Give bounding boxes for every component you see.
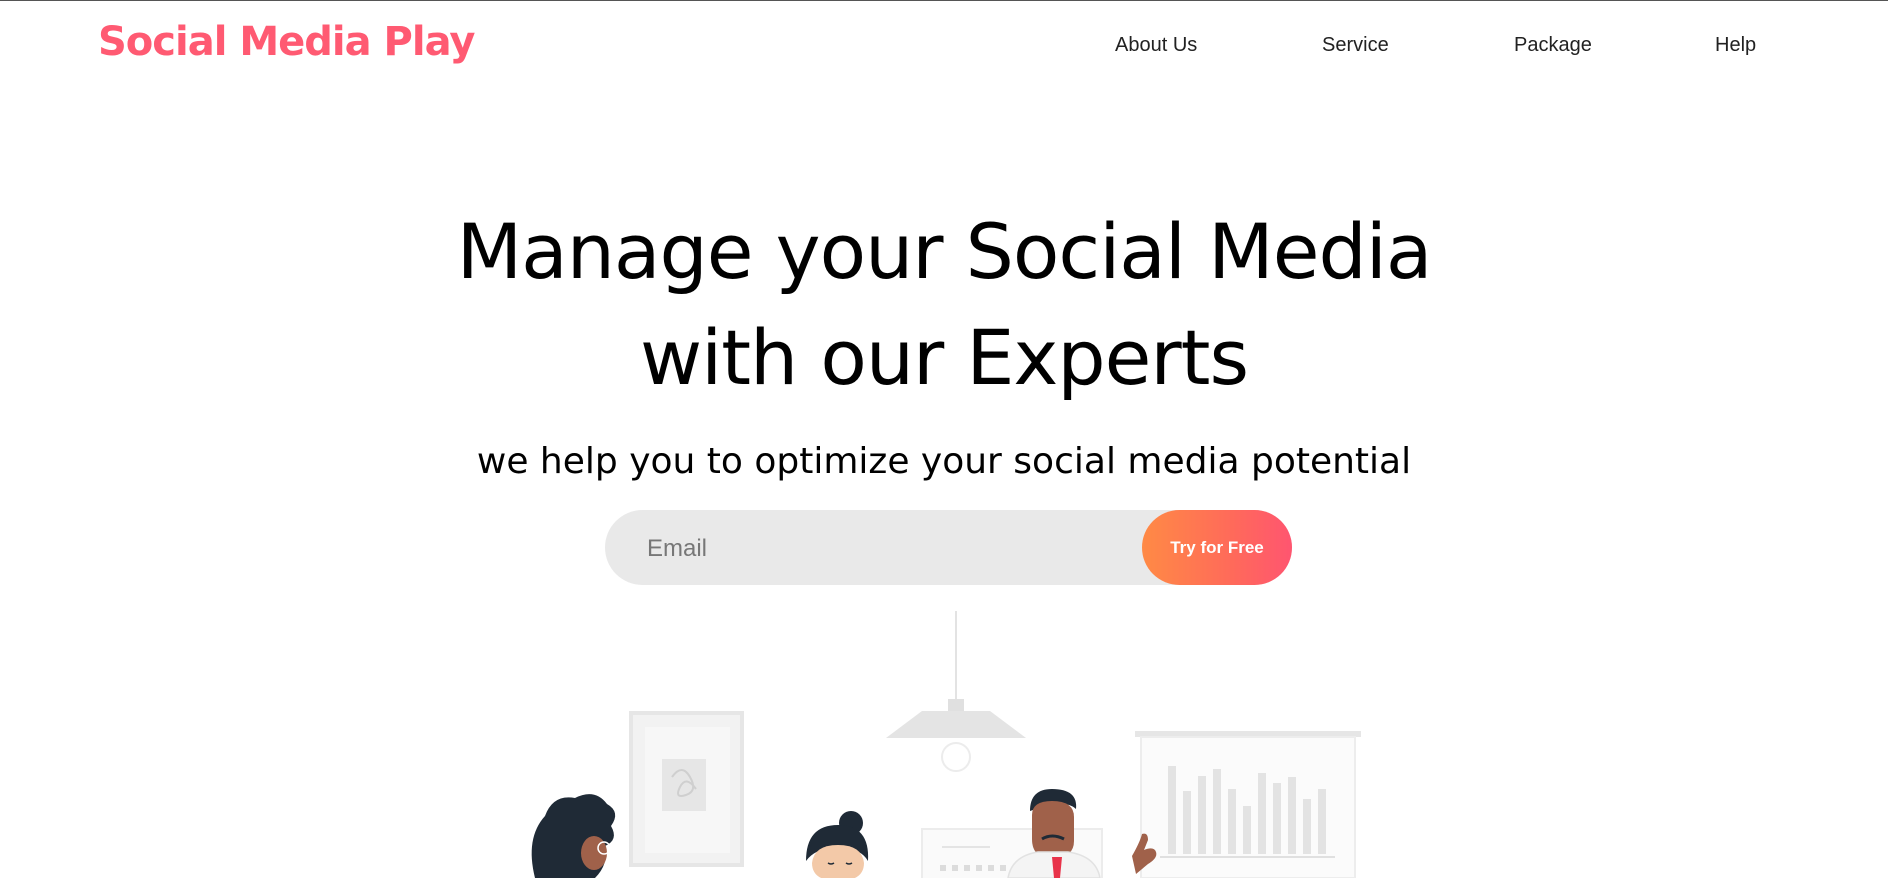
chart-board-icon	[1135, 731, 1361, 878]
wall-frame-icon	[629, 711, 744, 867]
hero-subtitle: we help you to optimize your social medi…	[476, 441, 1412, 482]
hero-title: Manage your Social Media with our Expert…	[0, 199, 1888, 411]
hero-title-line-1: Manage your Social Media	[456, 207, 1433, 296]
nav-item-about-us[interactable]: About Us	[1115, 34, 1197, 57]
email-input[interactable]	[645, 510, 1129, 587]
person-hair-bun-icon	[806, 811, 869, 878]
ceiling-lamp-icon	[886, 611, 1026, 772]
try-for-free-button[interactable]: Try for Free	[1142, 510, 1292, 585]
nav-item-service[interactable]: Service	[1322, 34, 1389, 57]
hero-title-line-2: with our Experts	[639, 313, 1249, 402]
person-curly-hair-icon	[531, 794, 616, 878]
nav-item-package[interactable]: Package	[1514, 34, 1592, 57]
nav-item-help[interactable]: Help	[1715, 34, 1756, 57]
brand-logo[interactable]: Social Media Play	[98, 19, 475, 65]
team-meeting-illustration	[531, 611, 1361, 878]
signup-form: Try for Free	[605, 510, 1292, 587]
